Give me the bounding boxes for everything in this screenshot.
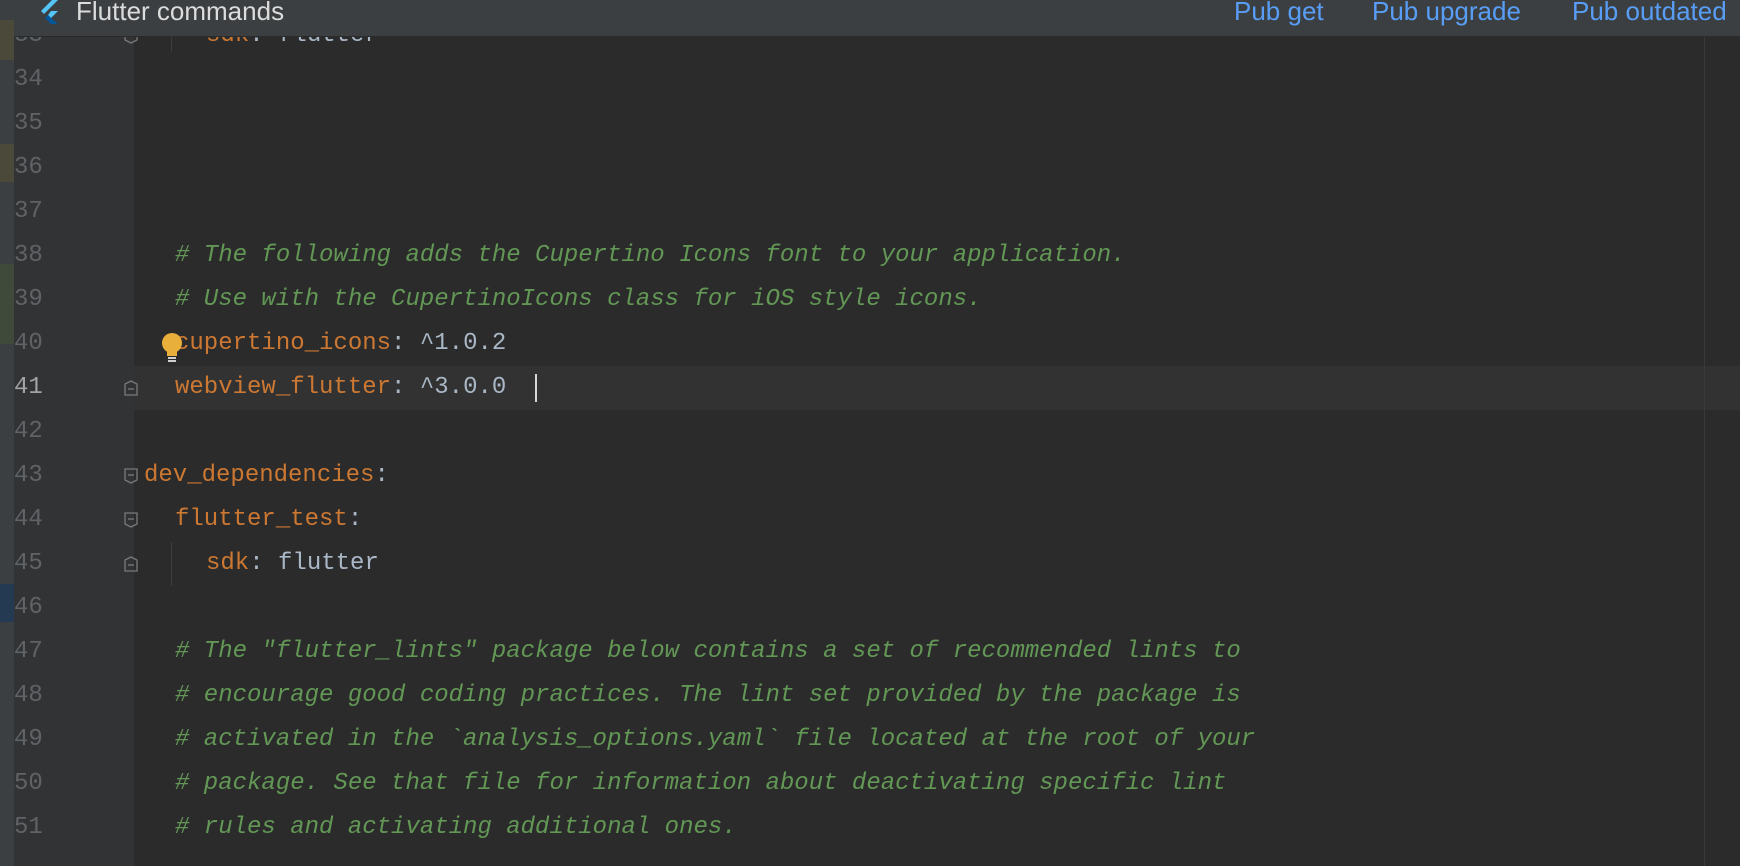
line-number: 42 [14,418,43,445]
selection-marker [0,584,14,622]
code-line-49: # activated in the `analysis_options.yam… [175,726,1256,753]
line-number: 51 [14,814,43,841]
line-number: 36 [14,154,43,181]
line-number: 50 [14,770,43,797]
indent-guide [171,36,172,52]
yaml-value: flutter [263,550,379,577]
tool-window-strip [0,0,14,866]
line-number: 38 [14,242,43,269]
yaml-colon: : [391,374,406,401]
code-line-40: cupertino_icons: ^1.0.2 [175,322,506,366]
intention-bulb-icon[interactable] [160,332,184,364]
fold-marker-icon[interactable] [124,380,138,396]
line-number: 34 [14,66,43,93]
code-line-45: sdk: flutter [206,542,379,586]
flutter-commands-title: Flutter commands [76,0,285,26]
pub-upgrade-link[interactable]: Pub upgrade [1372,0,1521,24]
flutter-commands-bar: Flutter commands Pub get Pub upgrade Pub… [14,0,1740,37]
line-number: 39 [14,286,43,313]
fold-marker-icon[interactable] [124,468,138,484]
yaml-key: dev_dependencies [144,462,375,489]
yaml-colon: : [249,550,264,577]
pub-get-link[interactable]: Pub get [1234,0,1324,24]
yaml-colon: : [347,506,363,533]
yaml-colon: : [391,330,406,357]
yaml-key: cupertino_icons [175,330,392,357]
yaml-value: ^1.0.2 [405,330,507,357]
line-number-current: 41 [14,374,43,401]
yaml-colon: : [374,462,389,489]
line-number: 45 [14,550,43,577]
right-margin-guide [1704,36,1705,866]
indent-guide [171,542,172,586]
yaml-value: ^3.0.0 [405,374,507,401]
line-number: 49 [14,726,43,753]
code-line-44: flutter_test: [175,498,362,542]
ide-window: 33 34 35 36 37 38 39 40 41 42 43 44 45 4… [0,0,1740,866]
yaml-key: flutter_test [175,506,348,533]
code-line-43: dev_dependencies: [144,454,389,498]
code-line-47: # The "flutter_lints" package below cont… [175,638,1241,665]
line-number: 43 [14,462,43,489]
text-caret [535,374,537,402]
code-line-38: # The following adds the Cupertino Icons… [175,242,1126,269]
line-number: 46 [14,594,43,621]
line-number: 37 [14,198,43,225]
pub-outdated-link[interactable]: Pub outdated [1572,0,1727,24]
code-line-50: # package. See that file for information… [175,770,1227,797]
change-marker [0,20,14,60]
line-number: 48 [14,682,43,709]
line-number: 44 [14,506,43,533]
flutter-logo-icon [41,0,58,24]
code-line-51: # rules and activating additional ones. [175,814,737,841]
fold-marker-icon[interactable] [124,512,138,528]
yaml-key: webview_flutter [175,374,392,401]
yaml-key: sdk [206,550,250,577]
code-line-48: # encourage good coding practices. The l… [175,682,1241,709]
change-marker [0,144,14,182]
line-number: 47 [14,638,43,665]
line-number: 40 [14,330,43,357]
code-line-41: webview_flutter: ^3.0.0 [175,366,506,410]
line-number: 35 [14,110,43,137]
change-marker [0,264,14,344]
fold-marker-icon[interactable] [124,556,138,572]
code-line-39: # Use with the CupertinoIcons class for … [175,286,982,313]
